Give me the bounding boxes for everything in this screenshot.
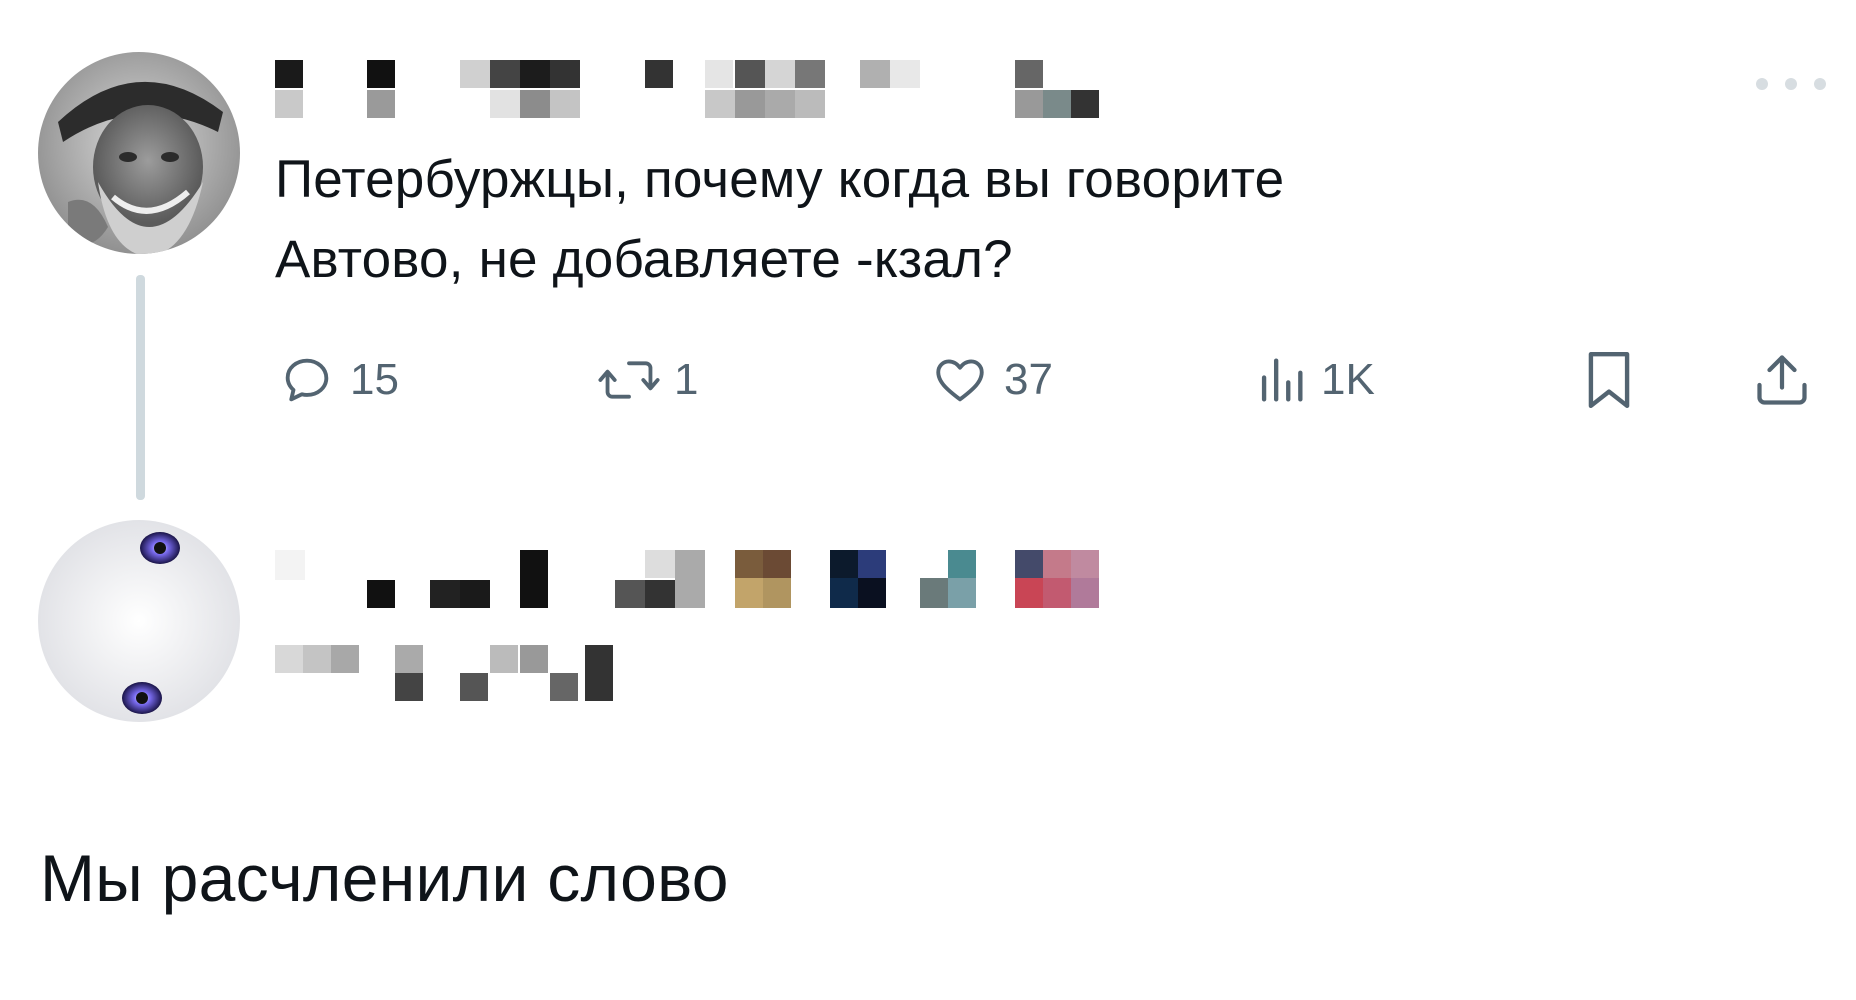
meme-caption: Мы расчленили слово [40,841,729,915]
like-icon [936,359,984,402]
retweet-button[interactable]: 1 [598,340,698,420]
reply-count: 15 [350,355,399,404]
reply-author-name-redacted [275,550,1105,701]
avatar-photo [38,520,240,722]
reply-icon [285,358,329,402]
tweet-text-line-2: Автово, не добавляете -кзал? [275,230,1013,289]
share-icon [1757,355,1807,405]
like-count: 37 [1004,355,1053,404]
avatar-photo [38,52,240,254]
views-count: 1K [1321,355,1375,404]
retweet-count: 1 [674,355,699,404]
tweet-author-avatar[interactable] [38,52,240,254]
reply-button[interactable]: 15 [278,340,399,420]
reply-author-avatar[interactable] [38,520,240,722]
tweet-author-name-redacted [275,60,1105,124]
retweet-icon [598,361,660,399]
bookmark-button[interactable] [1583,340,1635,420]
thread-connector-line [136,275,145,500]
more-icon[interactable] [1756,72,1826,96]
share-button[interactable] [1752,340,1812,420]
like-button[interactable]: 37 [930,340,1053,420]
tweet-text: Петербуржцы, почему когда вы говорите Ав… [275,140,1725,300]
tweet-actions: 15 1 37 1K [0,340,1856,420]
bookmark-icon [1588,351,1630,409]
views-icon [1261,358,1303,402]
tweet-text-line-1: Петербуржцы, почему когда вы говорите [275,150,1285,209]
views-button[interactable]: 1K [1255,340,1375,420]
